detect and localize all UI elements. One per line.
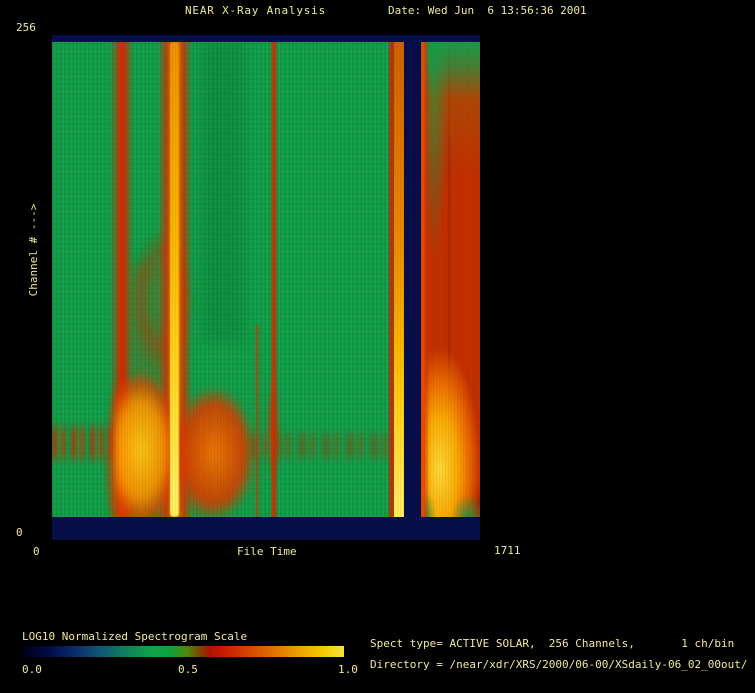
spect-type-line: Spect type= ACTIVE SOLAR, 256 Channels, …	[370, 638, 734, 650]
spectrogram-heatmap	[52, 35, 480, 540]
directory-line: Directory = /near/xdr/XRS/2000/06-00/XSd…	[370, 659, 748, 671]
date-label: Date: Wed Jun 6 13:56:36 2001	[388, 5, 587, 17]
y-axis-tick-max: 256	[16, 22, 36, 34]
colorbar-gradient	[22, 646, 344, 657]
noise-texture	[52, 35, 480, 540]
near-xray-analysis-window: { "header": { "title": "NEAR X-Ray Analy…	[0, 0, 755, 693]
x-axis-tick-max: 1711	[494, 545, 521, 557]
x-axis-tick-min: 0	[33, 546, 40, 558]
colorbar-label: LOG10 Normalized Spectrogram Scale	[22, 631, 247, 643]
page-title: NEAR X-Ray Analysis	[185, 5, 326, 17]
colorbar-tick-max: 1.0	[338, 664, 358, 676]
y-axis-label: Channel # --->	[28, 204, 40, 297]
colorbar-tick-min: 0.0	[22, 664, 42, 676]
y-axis-tick-min: 0	[16, 527, 23, 539]
x-axis-label: File Time	[237, 546, 297, 558]
colorbar-tick-mid: 0.5	[178, 664, 198, 676]
